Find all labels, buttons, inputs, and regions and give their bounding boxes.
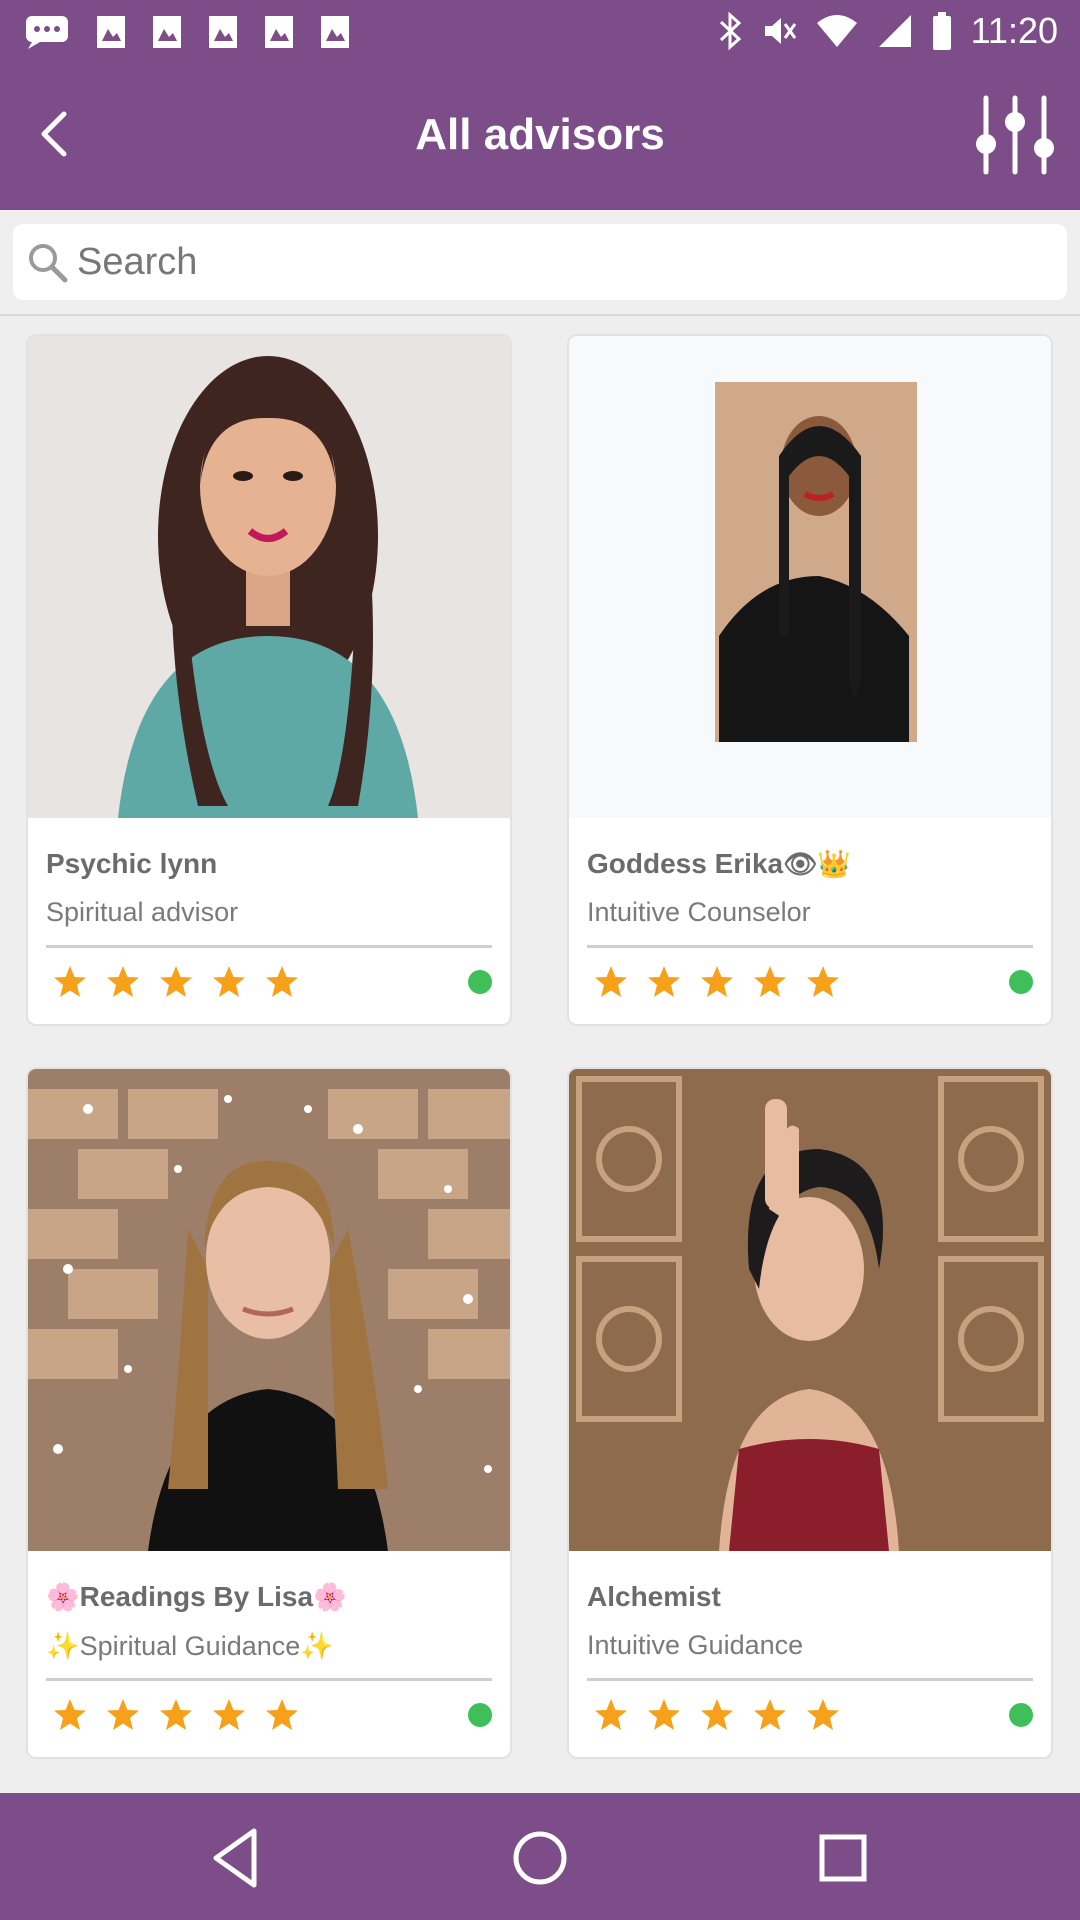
star-icon: [595, 1699, 627, 1730]
notification-icons: [24, 14, 350, 50]
star-icon: [807, 1699, 839, 1730]
filter-sliders-icon: [976, 95, 1054, 175]
search-icon: [29, 244, 68, 283]
filter-button[interactable]: [972, 92, 1058, 178]
status-bar: 11:20: [0, 0, 1080, 66]
advisor-role: ✨Spiritual Guidance✨: [46, 1631, 334, 1661]
back-triangle-icon[interactable]: [202, 1823, 272, 1893]
star-icon: [595, 966, 627, 997]
star-icon: [807, 966, 839, 997]
star-icon: [754, 966, 786, 997]
battery-icon: [932, 12, 951, 50]
advisor-name: 🌸Readings By Lisa🌸: [46, 1581, 347, 1612]
system-nav-bar: [0, 1793, 1080, 1920]
rating-stars: [593, 1697, 841, 1733]
star-icon: [266, 966, 298, 997]
star-icon: [701, 1699, 733, 1730]
advisor-role: Spiritual advisor: [46, 897, 239, 927]
star-icon: [648, 1699, 680, 1730]
rating-stars: [593, 964, 841, 1000]
wifi-icon: [816, 15, 857, 47]
search-bar: [0, 210, 1080, 316]
search-box[interactable]: [13, 224, 1067, 300]
star-icon: [754, 1699, 786, 1730]
bluetooth-icon: [719, 11, 741, 51]
signal-icon: [878, 15, 911, 47]
advisor-name: Alchemist: [587, 1581, 721, 1612]
recents-square-icon[interactable]: [808, 1823, 878, 1893]
messages-icon: [26, 16, 68, 49]
advisor-role: Intuitive Counselor: [587, 897, 811, 927]
star-icon: [213, 1699, 245, 1730]
star-icon: [266, 1699, 298, 1730]
image-icon: [321, 16, 349, 48]
search-input[interactable]: [75, 231, 1039, 293]
card-divider: [587, 945, 1033, 948]
page-title: All advisors: [415, 110, 665, 159]
system-icons: 11:20: [719, 10, 1058, 52]
app-bar: All advisors: [0, 66, 1080, 210]
card-divider: [587, 1678, 1033, 1681]
star-icon: [648, 966, 680, 997]
advisor-grid: Psychic lynn Spiritual advisor Goddess E…: [0, 316, 1080, 1792]
advisor-card[interactable]: Psychic lynn Spiritual advisor: [26, 334, 512, 1026]
status-time: 11:20: [970, 10, 1058, 51]
online-status-dot: [468, 1703, 492, 1727]
advisor-role: Intuitive Guidance: [587, 1630, 804, 1660]
advisor-photo: [28, 1069, 510, 1551]
advisor-photo: [569, 336, 1051, 818]
advisor-name: Psychic lynn: [46, 848, 218, 879]
advisor-card[interactable]: 🌸Readings By Lisa🌸 ✨Spiritual Guidance✨: [26, 1067, 512, 1759]
advisor-photo: [28, 336, 510, 818]
star-icon: [54, 1699, 86, 1730]
image-icon: [97, 16, 125, 48]
home-circle-icon[interactable]: [505, 1823, 575, 1893]
mute-icon: [764, 18, 796, 44]
star-icon: [213, 966, 245, 997]
advisor-card[interactable]: Alchemist Intuitive Guidance: [567, 1067, 1053, 1759]
online-status-dot: [468, 970, 492, 994]
rating-stars: [52, 1697, 300, 1733]
star-icon: [701, 966, 733, 997]
star-icon: [160, 966, 192, 997]
star-icon: [54, 966, 86, 997]
online-status-dot: [1009, 1703, 1033, 1727]
card-divider: [46, 1678, 492, 1681]
card-divider: [46, 945, 492, 948]
online-status-dot: [1009, 970, 1033, 994]
star-icon: [107, 1699, 139, 1730]
image-icon: [265, 16, 293, 48]
advisor-name: Goddess Erika👁👑: [587, 848, 851, 879]
advisor-card[interactable]: Goddess Erika👁👑 Intuitive Counselor: [567, 334, 1053, 1026]
star-icon: [107, 966, 139, 997]
star-icon: [160, 1699, 192, 1730]
advisor-photo: [569, 1069, 1051, 1551]
rating-stars: [52, 964, 300, 1000]
image-icon: [153, 16, 181, 48]
image-icon: [209, 16, 237, 48]
